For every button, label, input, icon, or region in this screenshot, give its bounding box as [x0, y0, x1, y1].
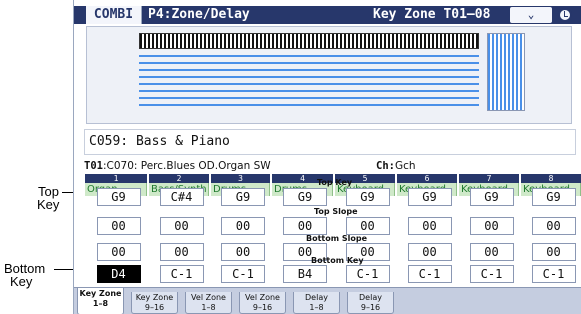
tab-sublabel: 1–8 — [201, 303, 216, 312]
row-label: Top Key — [317, 178, 353, 187]
top-slope-field[interactable]: 00 — [407, 217, 452, 235]
bottom-slope-field[interactable]: 00 — [96, 243, 141, 261]
tab-label: Vel Zone — [245, 293, 280, 302]
bottom-key-field[interactable]: C-1 — [407, 265, 452, 283]
zone-line — [139, 55, 479, 57]
top-slope-field[interactable]: 00 — [345, 217, 390, 235]
page-tab[interactable]: Delay 9–16 — [347, 292, 394, 314]
timbre-column-number: 3 — [211, 174, 270, 183]
timbre-column-number: 2 — [149, 174, 209, 183]
tab-label: Vel Zone — [191, 293, 226, 302]
timbre-column-number: 8 — [521, 174, 581, 183]
top-key-field[interactable]: G9 — [531, 188, 576, 206]
top-slope-field[interactable]: 00 — [159, 217, 204, 235]
row-label: Bottom Slope — [306, 234, 368, 243]
tab-label: Delay — [359, 293, 382, 302]
zone-line — [139, 83, 479, 85]
timbre-info: T01:C070: Perc.Blues OD.Organ SW Ch:Gch — [84, 158, 576, 174]
timbre-number: T01 — [84, 160, 103, 172]
tab-label: Key Zone — [135, 293, 174, 302]
top-slope-field[interactable]: 00 — [469, 217, 514, 235]
velocity-graph — [487, 33, 525, 111]
combination-name[interactable]: C059: Bass & Piano — [84, 129, 576, 155]
tab-label: Key Zone — [79, 289, 122, 298]
top-key-callout: Top Key — [37, 184, 60, 212]
title-bar: COMBI P4:Zone/Delay Key Zone T01–08 ⌄ — [74, 6, 581, 24]
zone-line — [139, 104, 479, 106]
row-label: Bottom Key — [311, 256, 364, 265]
bottom-slope-field[interactable]: 00 — [469, 243, 514, 261]
top-key-field[interactable]: G9 — [469, 188, 514, 206]
bottom-key-field[interactable]: C-1 — [469, 265, 514, 283]
zone-lines — [139, 55, 479, 111]
chevron-down-icon: ⌄ — [527, 8, 535, 21]
zone-line — [139, 97, 479, 99]
bottom-slope-field[interactable]: 00 — [407, 243, 452, 261]
page-title: P4:Zone/Delay — [148, 7, 250, 22]
bottom-key-field[interactable]: C-1 — [531, 265, 576, 283]
page-menu-button[interactable]: ⌄ — [510, 7, 552, 23]
bottom-key-field[interactable]: C-1 — [159, 265, 204, 283]
page-tab[interactable]: Vel Zone 1–8 — [185, 292, 232, 314]
top-key-field[interactable]: G9 — [345, 188, 390, 206]
mode-label[interactable]: COMBI — [86, 6, 142, 24]
page-tab[interactable]: Key Zone 1–8 — [77, 288, 124, 314]
page-tab[interactable]: Key Zone 9–16 — [131, 292, 178, 314]
timbre-column-number: 7 — [459, 174, 519, 183]
bottom-slope-field[interactable]: 00 — [221, 243, 265, 261]
zone-line — [139, 90, 479, 92]
bottom-key-callout: Bottom Key — [4, 261, 46, 289]
korg-screen: COMBI P4:Zone/Delay Key Zone T01–08 ⌄ C0… — [73, 0, 581, 314]
tab-sublabel: 1–8 — [92, 299, 109, 308]
top-slope-field[interactable]: 00 — [283, 217, 327, 235]
zone-line — [139, 62, 479, 64]
top-slope-field[interactable]: 00 — [531, 217, 576, 235]
zone-line — [139, 76, 479, 78]
bottom-key-field[interactable]: D4 — [96, 265, 141, 283]
bottom-slope-field[interactable]: 00 — [159, 243, 204, 261]
top-key-field[interactable]: C#4 — [159, 188, 204, 206]
page-tab[interactable]: Vel Zone 9–16 — [239, 292, 286, 314]
zone-range-title: Key Zone T01–08 — [373, 7, 491, 22]
clock-icon[interactable] — [558, 8, 572, 22]
tab-sublabel: 1–8 — [309, 303, 324, 312]
channel-info: Ch:Gch — [376, 160, 416, 172]
program-name: :C070: Perc.Blues OD.Organ SW — [102, 160, 271, 172]
bottom-key-field[interactable]: C-1 — [221, 265, 265, 283]
bottom-key-field[interactable]: C-1 — [345, 265, 390, 283]
zone-line — [139, 69, 479, 71]
tab-sublabel: 9–16 — [144, 303, 165, 312]
top-key-field[interactable]: G9 — [96, 188, 141, 206]
top-key-field[interactable]: G9 — [221, 188, 265, 206]
bottom-key-field[interactable]: B4 — [283, 265, 327, 283]
tab-sublabel: 9–16 — [360, 303, 381, 312]
page-tab-bar: Key Zone 1–8 Key Zone 9–16 Vel Zone 1–8 Vel Zo… — [74, 287, 581, 314]
top-slope-field[interactable]: 00 — [96, 217, 141, 235]
key-zone-graph — [86, 26, 572, 124]
top-key-field[interactable]: G9 — [407, 188, 452, 206]
keyboard-graphic — [139, 33, 479, 49]
row-label: Top Slope — [314, 207, 358, 216]
timbre-column-number: 1 — [85, 174, 147, 183]
bottom-slope-field[interactable]: 00 — [531, 243, 576, 261]
top-key-field[interactable]: G9 — [283, 188, 327, 206]
page-tab[interactable]: Delay 1–8 — [293, 292, 340, 314]
top-slope-field[interactable]: 00 — [221, 217, 265, 235]
timbre-column-number: 6 — [397, 174, 457, 183]
tab-sublabel: 9–16 — [252, 303, 273, 312]
tab-label: Delay — [305, 293, 328, 302]
